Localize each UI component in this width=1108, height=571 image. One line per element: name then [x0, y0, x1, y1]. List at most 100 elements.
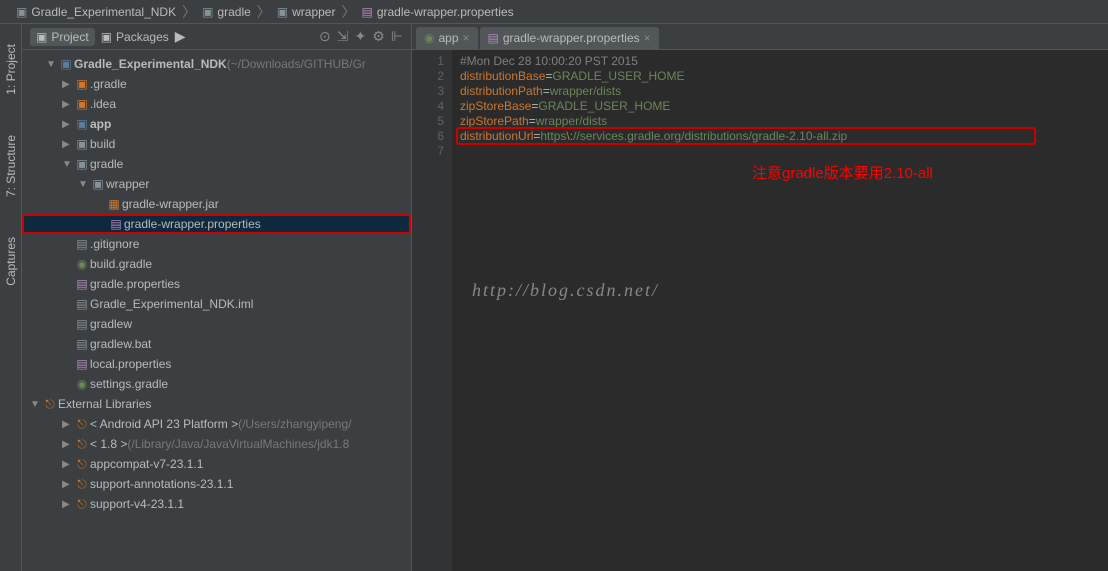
library-icon: ⎋: [74, 457, 90, 472]
file-icon: ▤: [74, 237, 90, 251]
gear-icon[interactable]: ⚙: [372, 28, 385, 45]
tree-row[interactable]: ▤gradlew: [22, 314, 411, 334]
code-content[interactable]: #Mon Dec 28 10:00:20 PST 2015distributio…: [452, 50, 1108, 571]
tree-label: gradle: [90, 157, 123, 171]
tool-window-bar: 1: Project 7: Structure Captures: [0, 24, 22, 571]
tree-label: support-v4-23.1.1: [90, 497, 184, 511]
folder-icon: ▣: [90, 177, 106, 191]
settings-icon[interactable]: ✦: [355, 28, 367, 45]
hide-icon[interactable]: ⊩: [391, 28, 403, 45]
packages-view-tab[interactable]: ▣Packages: [95, 28, 175, 46]
tree-label: settings.gradle: [90, 377, 168, 391]
tree-row[interactable]: ▤gradlew.bat: [22, 334, 411, 354]
code-line[interactable]: distributionUrl=https\://services.gradle…: [460, 129, 1100, 144]
captures-tool-tab[interactable]: Captures: [4, 237, 18, 286]
close-icon[interactable]: ×: [463, 31, 470, 45]
library-icon: ⎋: [74, 437, 90, 452]
tree-row[interactable]: ▤Gradle_Experimental_NDK.iml: [22, 294, 411, 314]
external-libraries[interactable]: ▼ ⎋ External Libraries: [22, 394, 411, 414]
chevron-right-icon: 〉: [180, 2, 198, 22]
tree-row[interactable]: ▤local.properties: [22, 354, 411, 374]
tree-arrow-icon[interactable]: ▼: [78, 179, 90, 190]
gradle-icon: ◉: [424, 31, 434, 45]
tree-arrow-icon[interactable]: ▶: [62, 459, 74, 470]
file-icon: ▤: [74, 317, 90, 331]
tree-arrow-icon[interactable]: ▶: [62, 99, 74, 110]
tree-row[interactable]: ▤gradle.properties: [22, 274, 411, 294]
tree-arrow-icon[interactable]: ▶: [62, 79, 74, 90]
tree-row[interactable]: ▶⎋< Android API 23 Platform > (/Users/zh…: [22, 414, 411, 434]
panel-header: ▣Project ▣Packages ▶ ⊙ ⇲ ✦ ⚙ ⊩: [22, 24, 411, 50]
code-editor[interactable]: 1234567 #Mon Dec 28 10:00:20 PST 2015dis…: [412, 50, 1108, 571]
project-tree[interactable]: ▼ ▣ Gradle_Experimental_NDK (~/Downloads…: [22, 50, 411, 571]
project-tool-tab[interactable]: 1: Project: [4, 44, 18, 95]
annotation-text: 注意gradle版本要用2.10-all: [752, 162, 933, 183]
tree-row[interactable]: ▶▣.idea: [22, 94, 411, 114]
tree-arrow-icon[interactable]: ▶: [62, 499, 74, 510]
tree-row[interactable]: ▤gradle-wrapper.properties: [22, 214, 411, 234]
tree-row[interactable]: ▶⎋appcompat-v7-23.1.1: [22, 454, 411, 474]
properties-icon: ▤: [488, 31, 499, 45]
tree-label: .gradle: [90, 77, 127, 91]
code-line[interactable]: #Mon Dec 28 10:00:20 PST 2015: [460, 54, 1100, 69]
tree-label: wrapper: [106, 177, 149, 191]
tree-arrow-icon[interactable]: ▶: [62, 139, 74, 150]
tree-row[interactable]: ▶⎋< 1.8 > (/Library/Java/JavaVirtualMach…: [22, 434, 411, 454]
gradle-icon: ◉: [74, 377, 90, 391]
chevron-right-icon[interactable]: ▶: [175, 28, 186, 45]
tree-arrow-icon[interactable]: ▼: [62, 159, 74, 170]
project-view-tab[interactable]: ▣Project: [30, 28, 95, 46]
tree-label: build.gradle: [90, 257, 152, 271]
breadcrumb-item[interactable]: ▣wrapper: [273, 5, 340, 19]
library-icon: ⎋: [74, 497, 90, 512]
props-icon: ▤: [74, 357, 90, 371]
tree-row[interactable]: ▶▣build: [22, 134, 411, 154]
tree-label: build: [90, 137, 115, 151]
chevron-down-icon[interactable]: ▼: [46, 59, 58, 70]
tree-label: support-annotations-23.1.1: [90, 477, 233, 491]
tree-root[interactable]: ▼ ▣ Gradle_Experimental_NDK (~/Downloads…: [22, 54, 411, 74]
tree-row[interactable]: ▤.gitignore: [22, 234, 411, 254]
editor-tab-properties[interactable]: ▤ gradle-wrapper.properties ×: [480, 27, 659, 49]
tree-arrow-icon[interactable]: ▶: [62, 119, 74, 130]
folder-icon: ▣: [16, 5, 27, 19]
tree-arrow-icon[interactable]: ▶: [62, 419, 74, 430]
expand-icon[interactable]: ⇲: [337, 28, 349, 45]
tree-arrow-icon[interactable]: ▶: [62, 439, 74, 450]
tree-label: gradle-wrapper.properties: [124, 217, 261, 231]
tree-label: External Libraries: [58, 397, 151, 411]
library-icon: ⎋: [42, 397, 58, 412]
code-line[interactable]: distributionBase=GRADLE_USER_HOME: [460, 69, 1100, 84]
tree-row[interactable]: ▼▣wrapper: [22, 174, 411, 194]
tree-row[interactable]: ▶⎋support-annotations-23.1.1: [22, 474, 411, 494]
close-icon[interactable]: ×: [644, 31, 651, 45]
tree-row[interactable]: ▶⎋support-v4-23.1.1: [22, 494, 411, 514]
code-line[interactable]: [460, 144, 1100, 159]
structure-tool-tab[interactable]: 7: Structure: [4, 135, 18, 197]
file-icon: ▤: [74, 297, 90, 311]
tree-row[interactable]: ▦gradle-wrapper.jar: [22, 194, 411, 214]
code-line[interactable]: zipStorePath=wrapper/dists: [460, 114, 1100, 129]
code-line[interactable]: zipStoreBase=GRADLE_USER_HOME: [460, 99, 1100, 114]
tree-row[interactable]: ▼▣gradle: [22, 154, 411, 174]
chevron-down-icon[interactable]: ▼: [30, 399, 42, 410]
gradle-icon: ◉: [74, 257, 90, 271]
chevron-right-icon: 〉: [339, 2, 357, 22]
tree-row[interactable]: ▶▣.gradle: [22, 74, 411, 94]
collapse-icon[interactable]: ⊙: [319, 28, 331, 45]
tree-row[interactable]: ◉build.gradle: [22, 254, 411, 274]
editor-tab-app[interactable]: ◉ app ×: [416, 27, 478, 49]
breadcrumb-item[interactable]: ▣Gradle_Experimental_NDK: [12, 5, 180, 19]
project-panel: ▣Project ▣Packages ▶ ⊙ ⇲ ✦ ⚙ ⊩ ▼ ▣ Gradl…: [22, 24, 412, 571]
tree-row[interactable]: ▶▣app: [22, 114, 411, 134]
editor-tab-bar: ◉ app × ▤ gradle-wrapper.properties ×: [412, 24, 1108, 50]
code-line[interactable]: distributionPath=wrapper/dists: [460, 84, 1100, 99]
tree-row[interactable]: ◉settings.gradle: [22, 374, 411, 394]
tree-hint: (~/Downloads/GITHUB/Gr: [227, 57, 366, 71]
breadcrumb-item[interactable]: ▤gradle-wrapper.properties: [357, 5, 517, 19]
tree-arrow-icon[interactable]: ▶: [62, 479, 74, 490]
tree-label: app: [90, 117, 111, 131]
props-icon: ▤: [74, 277, 90, 291]
tree-label: < Android API 23 Platform >: [90, 417, 238, 431]
breadcrumb-item[interactable]: ▣gradle: [198, 5, 255, 19]
